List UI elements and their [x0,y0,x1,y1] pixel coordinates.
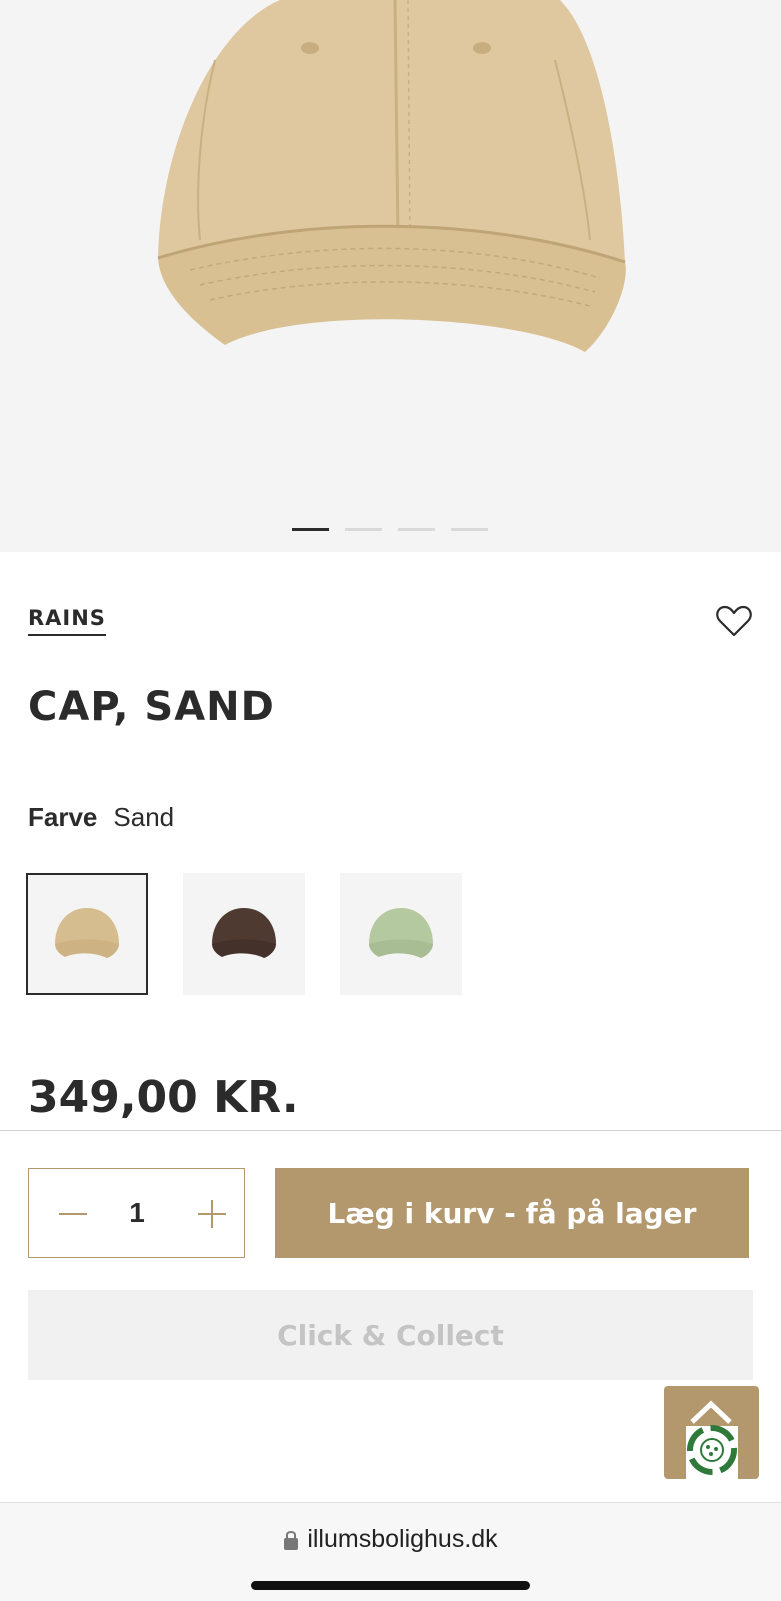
heart-icon[interactable] [716,604,752,638]
recycle-badge-icon [686,1400,738,1479]
click-collect-button[interactable]: Click & Collect [28,1290,753,1380]
swatch-sand[interactable] [26,873,148,995]
cap-image [157,0,626,352]
gallery-dot-1[interactable] [292,528,329,531]
quantity-stepper[interactable]: 1 [28,1168,245,1258]
swatch-green[interactable] [340,873,462,995]
browser-bottom-bar: illumsbolighus.dk [0,1502,781,1601]
gallery-dot-2[interactable] [345,528,382,531]
product-image-gallery[interactable] [0,0,781,552]
quantity-value[interactable]: 1 [119,1197,155,1229]
lock-icon [284,1531,299,1551]
color-selector-label: Farve Sand [28,802,174,833]
cap-thumbnail-icon [212,908,276,958]
product-title: CAP, SAND [28,684,275,730]
brand-link[interactable]: RAINS [28,606,106,636]
gallery-pagination[interactable] [292,528,488,531]
color-swatches [26,873,462,995]
color-value: Sand [113,802,175,832]
gallery-dot-3[interactable] [398,528,435,531]
minus-icon[interactable] [53,1199,93,1229]
plus-icon[interactable] [193,1195,231,1233]
add-to-cart-button[interactable]: Læg i kurv - få på lager [275,1168,749,1258]
swatch-brown[interactable] [183,873,305,995]
color-label: Farve [28,802,98,832]
divider [0,1130,781,1131]
product-price: 349,00 KR. [28,1072,299,1123]
url-bar[interactable]: illumsbolighus.dk [0,1525,781,1554]
gallery-dot-4[interactable] [451,528,488,531]
cap-thumbnail-icon [55,908,119,958]
url-text: illumsbolighus.dk [307,1525,498,1553]
home-indicator[interactable] [251,1581,530,1590]
recycle-badge[interactable] [664,1386,759,1479]
cap-thumbnail-icon [369,908,433,958]
